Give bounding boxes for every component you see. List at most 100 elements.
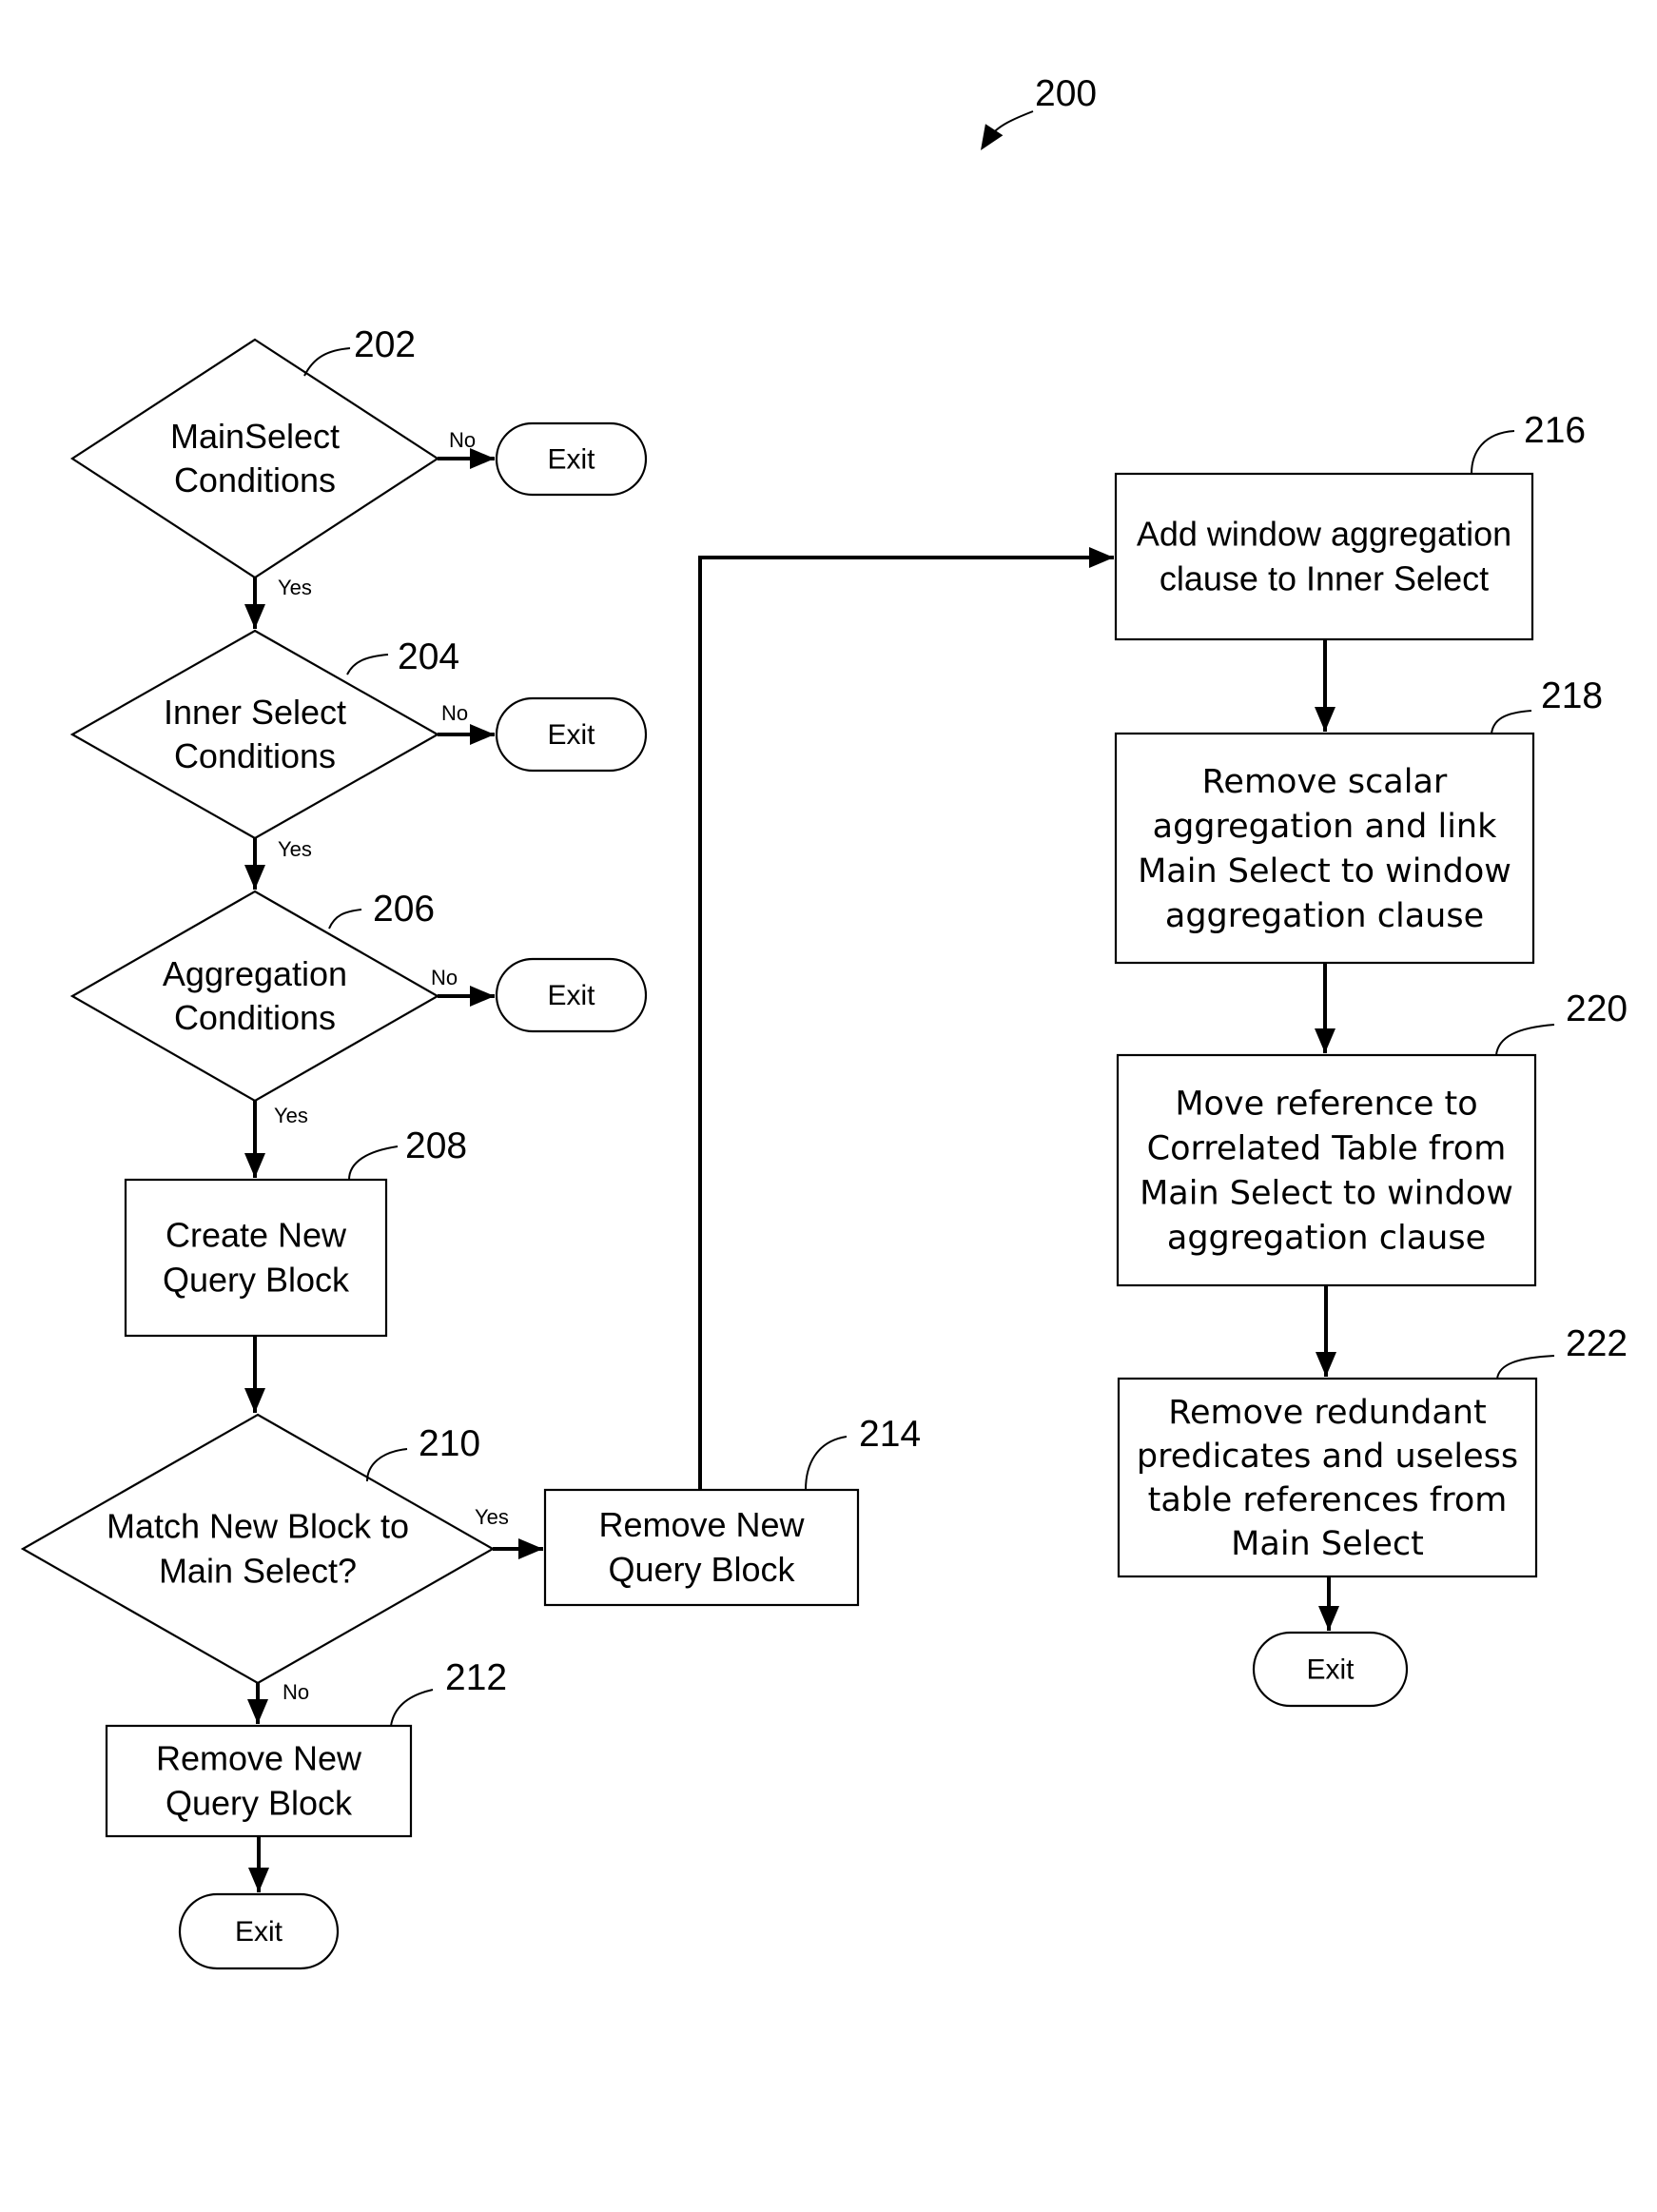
edge-n202-to-exit1: No — [438, 428, 495, 469]
arrowhead-icon — [470, 986, 495, 1007]
reference-number-222: 222 — [1566, 1323, 1628, 1364]
arrowhead-icon — [244, 604, 265, 629]
terminal-exit2: Exit — [495, 696, 648, 773]
node-label-line: Exit — [235, 1916, 283, 1948]
edge-n220-to-n222 — [1316, 1285, 1336, 1377]
node-label: Exit — [235, 1916, 283, 1948]
arrowhead-icon — [470, 724, 495, 745]
reference-leader-line — [348, 1145, 399, 1181]
process-n218: Remove scalar aggregation and link Main Se… — [1114, 732, 1535, 965]
decision-diamond — [69, 629, 440, 840]
node-label-line: Query Block — [608, 1550, 795, 1589]
arrowhead-icon — [244, 865, 265, 890]
edge-n210-to-n212: No — [247, 1680, 309, 1724]
arrowhead-icon — [244, 1388, 265, 1413]
reference-number-218: 218 — [1541, 675, 1603, 716]
terminal-exit1: Exit — [495, 421, 648, 497]
decision-n202: MainSelect Conditions — [69, 338, 440, 579]
arrowhead-icon — [1318, 1606, 1339, 1631]
branch-label-yes: Yes — [278, 837, 312, 861]
edge-n202-to-n204: Yes — [244, 576, 312, 629]
reference-leader-line — [346, 654, 389, 675]
reference-leader-line — [1496, 1355, 1555, 1380]
node-label-line: Exit — [547, 444, 595, 476]
branch-label-yes: Yes — [274, 1104, 308, 1127]
node-label-line: Exit — [1306, 1654, 1355, 1686]
node-label-line: predicates and useless — [1137, 1438, 1518, 1476]
process-n208: Create New Query Block — [124, 1178, 388, 1338]
terminal-exit4: Exit — [1252, 1631, 1409, 1708]
node-label-line: Conditions — [174, 460, 336, 499]
node-label-line: Inner Select — [164, 693, 346, 732]
node-label-line: Query Block — [163, 1261, 350, 1300]
reference-number-220: 220 — [1566, 989, 1628, 1029]
reference-leader-line — [1471, 430, 1515, 475]
figure-reference-label: 200 — [1035, 73, 1097, 114]
branch-label-yes: Yes — [278, 576, 312, 599]
process-n220: Move reference to Correlated Table from Ma… — [1116, 1053, 1537, 1287]
node-label-line: Remove redundant — [1168, 1394, 1486, 1432]
edge-n216-to-n218 — [1315, 639, 1335, 732]
reference-leader-line — [328, 909, 362, 930]
node-label-line: Remove New — [598, 1505, 805, 1544]
arrowhead-icon — [1315, 1028, 1335, 1053]
edge-n212-to-exit5 — [248, 1836, 269, 1892]
reference-leader-line — [390, 1689, 434, 1727]
branch-label-no: No — [449, 428, 476, 452]
node-label: Exit — [1306, 1654, 1355, 1686]
node-label: Exit — [547, 980, 595, 1011]
reference-number-210: 210 — [419, 1423, 480, 1464]
flowchart: No Yes No Yes No Yes Yes No MainSelect Condition… — [20, 73, 1628, 1970]
terminal-exit5: Exit — [178, 1892, 340, 1970]
edge-n206-to-exit3: No — [431, 966, 495, 1007]
node-label-line: MainSelect — [170, 417, 340, 456]
node-label-line: Query Block — [166, 1784, 353, 1823]
node-label-line: Remove scalar — [1202, 763, 1448, 801]
node-label-line: aggregation clause — [1165, 897, 1484, 935]
terminal-exit3: Exit — [495, 957, 648, 1033]
node-label-line: Add window aggregation — [1137, 515, 1511, 554]
node-label-line: Conditions — [174, 736, 336, 775]
reference-number-216: 216 — [1524, 410, 1586, 451]
edge-n206-to-n208: Yes — [244, 1101, 308, 1178]
node-label-line: clause to Inner Select — [1160, 559, 1489, 598]
process-n214: Remove New Query Block — [543, 1488, 860, 1607]
node-label-line: Main Select to window — [1140, 1175, 1513, 1213]
reference-number-208: 208 — [405, 1126, 467, 1166]
arrowhead-icon — [247, 1699, 268, 1724]
node-label-line: Main Select to window — [1138, 852, 1511, 891]
decision-diamond — [69, 338, 440, 579]
node-label-line: Conditions — [174, 998, 336, 1037]
edge-n204-to-exit2: No — [438, 701, 495, 745]
edge-n214-to-n216 — [698, 547, 1114, 1490]
reference-leader-line — [366, 1448, 408, 1482]
reference-leader-line — [805, 1436, 848, 1491]
reference-number-206: 206 — [373, 889, 435, 930]
branch-label-yes: Yes — [475, 1505, 509, 1529]
node-label-line: aggregation clause — [1167, 1220, 1486, 1258]
branch-label-no: No — [283, 1680, 309, 1704]
reference-number-204: 204 — [398, 636, 459, 677]
node-label-line: Exit — [547, 980, 595, 1011]
arrowhead-icon — [1089, 547, 1114, 568]
node-label-line: Aggregation — [163, 954, 347, 993]
node-label-line: Main Select? — [159, 1552, 357, 1591]
node-label-line: aggregation and link — [1153, 808, 1497, 846]
process-box — [124, 1178, 388, 1338]
reference-number-202: 202 — [354, 324, 416, 365]
reference-leader-line — [1495, 1024, 1555, 1056]
edge-n218-to-n220 — [1315, 963, 1335, 1053]
node-label-line: Create New — [166, 1216, 347, 1255]
edge-n222-to-exit4 — [1318, 1576, 1339, 1631]
connector-line — [698, 556, 1114, 1490]
node-label-line: Remove New — [156, 1739, 362, 1778]
node-label-line: Move reference to — [1175, 1086, 1477, 1124]
reference-number-214: 214 — [859, 1414, 921, 1455]
reference-leader-line — [1491, 710, 1532, 734]
process-n222: Remove redundant predicates and useless ta… — [1117, 1377, 1538, 1578]
branch-label-no: No — [431, 966, 458, 989]
node-label: Exit — [547, 719, 595, 751]
process-box — [1114, 472, 1534, 641]
arrowhead-icon — [518, 1538, 543, 1559]
arrowhead-icon — [248, 1868, 269, 1892]
